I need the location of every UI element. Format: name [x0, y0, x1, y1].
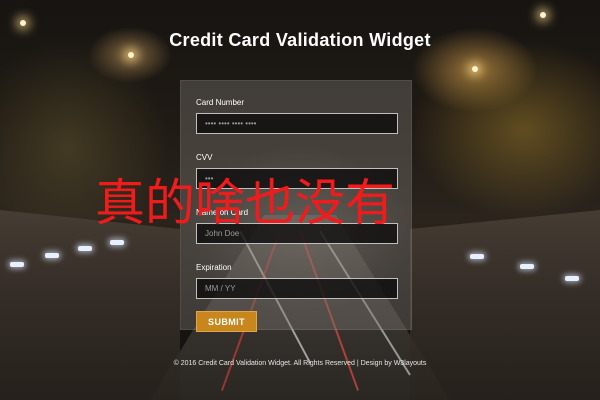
street-lamp	[20, 20, 26, 26]
street-lamp	[128, 52, 134, 58]
street-lamp	[540, 12, 546, 18]
background-trees-left	[0, 40, 170, 220]
card-number-label: Card Number	[196, 98, 245, 107]
cvv-label: CVV	[196, 153, 213, 162]
background-wall-right	[410, 210, 600, 400]
page-title: Credit Card Validation Widget	[169, 30, 431, 50]
rail-light	[110, 240, 124, 245]
rail-light	[10, 262, 24, 267]
background-wall-left	[0, 210, 180, 400]
rail-light	[565, 276, 579, 281]
expiration-label: Expiration	[196, 263, 232, 272]
credit-card-form: Card Number CVV Name on Card Expiration …	[180, 80, 412, 332]
expiration-input[interactable]	[196, 278, 398, 299]
name-on-card-label: Name on Card	[196, 208, 249, 217]
name-on-card-input[interactable]	[196, 223, 398, 244]
card-number-input[interactable]	[196, 113, 398, 134]
background-trees-right	[410, 40, 600, 220]
submit-button[interactable]: SUBMIT	[196, 311, 257, 332]
street-lamp	[472, 66, 478, 72]
footer-copyright: © 2016 Credit Card Validation Widget. Al…	[173, 360, 427, 367]
rail-light	[470, 254, 484, 259]
rail-light	[78, 246, 92, 251]
rail-light	[45, 253, 59, 258]
cvv-input[interactable]	[196, 168, 398, 189]
rail-light	[520, 264, 534, 269]
